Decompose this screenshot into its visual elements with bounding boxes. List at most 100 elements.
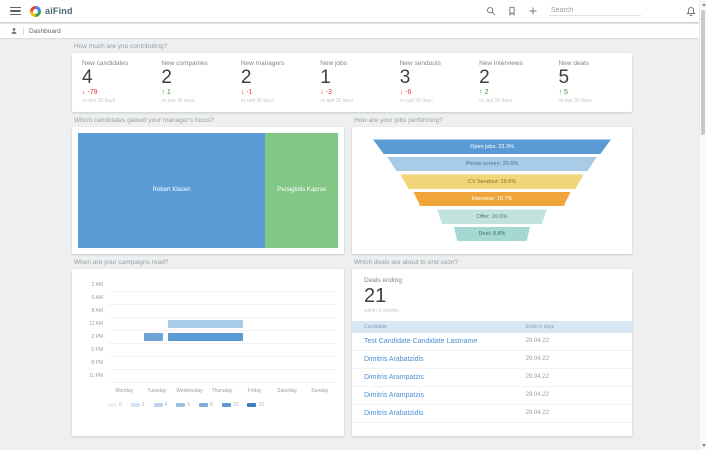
legend-value: 12 [258,402,264,408]
col-header-ends-in-days: Ends in days [526,321,632,333]
kpi-new-deals: New deals 5 ↑ 5 vs last 30 days [551,58,630,106]
funnel-stage-phone-screen[interactable]: Phone screen: 20.6% [387,157,596,172]
candidates-treemap-card: Robert Klasen Panagiotis Kapros [72,127,344,254]
kpi-period-note: vs last 30 days [400,98,463,104]
aifind-logo-icon [30,6,41,17]
kpi-new-sendouts: New sendouts 3 ↓ -6 vs last 30 days [392,58,471,106]
legend-swatch [222,403,231,407]
deals-subtitle: within 3 months [364,308,620,314]
dashboard-content: How much are you contributing? New candi… [72,38,632,436]
funnel-stage-interview[interactable]: Interview: 18.7% [413,192,570,207]
end-date: 29.04.22 [526,333,632,351]
candidate-link[interactable]: Test Candidate Candidate Lastname [352,333,526,351]
legend-item: 10 [222,402,239,408]
kpi-new-companies: New companies 2 ↑ 1 vs last 30 days [153,58,232,106]
day-tick-label: Wednesday [173,388,206,394]
table-row: Dimitris Arabatzidis 29.04.22 [352,404,632,422]
funnel-stage-label: Offer: 10.6% [477,214,508,220]
candidate-link[interactable]: Dimitris Arabatzidis [352,350,526,368]
trend-arrow-icon: ↑ [479,89,483,96]
legend-item: 6 [176,402,190,408]
kpi-delta: ↑ 5 [559,89,622,96]
day-tick-label: Tuesday [141,388,174,394]
scroll-up-arrow-icon[interactable] [702,3,706,6]
treemap-block-panagiotis-kapros[interactable]: Panagiotis Kapros [265,133,338,248]
candidate-link[interactable]: Dimitris Arampatzis [352,386,526,404]
heatmap-bar [144,333,164,341]
scroll-down-arrow-icon[interactable] [702,444,706,447]
heatmap-bar [168,333,243,341]
kpi-value: 5 [559,68,622,88]
treemap-section-title: Which candidates gained your manager's f… [74,117,344,124]
funnel-stage-label: Phone screen: 20.6% [466,161,519,167]
search-input[interactable] [551,7,639,14]
funnel-stage-label: Open jobs: 23.3% [470,144,514,150]
search-icon[interactable] [486,6,496,16]
funnel-stage-open-jobs[interactable]: Open jobs: 23.3% [373,139,611,154]
kpi-label: New deals [559,60,622,67]
scrollbar-thumb[interactable] [701,10,705,135]
funnel-stage-deal[interactable]: Deal: 8.8% [454,227,530,242]
kpi-period-note: vs last 30 days [82,98,145,104]
table-row: Dimitris Arampatzis 29.04.22 [352,386,632,404]
deals-section-title: Which deals are about to end soon? [354,259,632,266]
kpi-label: New companies [161,60,224,67]
kpi-delta: ↓ -1 [241,89,304,96]
kpi-label: New interviews [479,60,542,67]
campaigns-section-title: When are your campaigns read? [74,259,344,266]
delta-value: 1 [167,89,171,96]
funnel-stage-label: CV Sendout: 19.6% [468,179,516,185]
hour-tick-label: 5 AM [78,292,108,305]
heatmap-bar [168,320,243,328]
breadcrumb-dashboard[interactable]: Dashboard [29,28,61,35]
candidates-treemap: Robert Klasen Panagiotis Kapros [78,133,338,248]
kpi-value: 4 [82,68,145,88]
legend-value: 10 [233,402,239,408]
add-icon[interactable] [528,6,538,16]
end-date: 29.04.22 [526,368,632,386]
hour-tick-label: 8 AM [78,305,108,318]
kpi-period-note: vs last 30 days [241,98,304,104]
trend-arrow-icon: ↓ [320,89,324,96]
funnel-stage-cv-sendout[interactable]: CV Sendout: 19.6% [400,174,583,189]
legend-value: 8 [210,402,213,408]
heatmap-legend: 024681012 [108,402,336,408]
kpi-period-note: vs last 30 days [479,98,542,104]
legend-swatch [154,403,163,407]
funnel-stage-offer[interactable]: Offer: 10.6% [437,209,546,224]
deals-table: Candidate Ends in days Test Candidate Ca… [352,321,632,423]
jobs-funnel-card: Open jobs: 23.3% Phone screen: 20.6% CV … [352,127,632,254]
bookmark-icon[interactable] [507,6,517,16]
heatmap-day-axis: MondayTuesdayWednesdayThursdayFridaySatu… [108,388,336,394]
funnel-stage-label: Deal: 8.8% [479,231,506,237]
delta-value: 5 [564,89,568,96]
candidate-link[interactable]: Dimitris Arabatzidis [352,404,526,422]
notifications-bell-icon[interactable] [686,6,696,17]
kpi-delta: ↓ -3 [320,89,383,96]
kpi-label: New candidates [82,60,145,67]
breadcrumb-divider [23,27,24,35]
global-search-box [549,6,641,16]
table-row: Dimitris Arampatzis 29.04.22 [352,368,632,386]
day-tick-label: Monday [108,388,141,394]
deals-ending-card: Deals ending 21 within 3 months Candidat… [352,269,632,436]
legend-item: 8 [199,402,213,408]
hamburger-menu-icon[interactable] [10,7,21,15]
treemap-block-robert-klasen[interactable]: Robert Klasen [78,133,265,248]
vertical-scrollbar[interactable] [699,0,706,450]
hour-tick-label: 11 PM [78,370,108,383]
legend-item: 0 [108,402,122,408]
kpi-label: New jobs [320,60,383,67]
kpi-period-note: vs last 30 days [161,98,224,104]
kpi-new-managers: New managers 2 ↓ -1 vs last 30 days [233,58,312,106]
day-tick-label: Sunday [303,388,336,394]
kpi-new-interviews: New interviews 2 ↑ 2 vs last 30 days [471,58,550,106]
legend-value: 2 [142,402,145,408]
funnel-section-title: How are your jobs performing? [354,117,632,124]
hour-tick-label: 11 AM [78,318,108,331]
trend-arrow-icon: ↑ [161,89,165,96]
kpi-card: New candidates 4 ↓ -79 vs last 30 days N… [72,53,632,112]
trend-arrow-icon: ↓ [82,89,86,96]
candidate-link[interactable]: Dimitris Arampatzis [352,368,526,386]
legend-swatch [108,403,117,407]
